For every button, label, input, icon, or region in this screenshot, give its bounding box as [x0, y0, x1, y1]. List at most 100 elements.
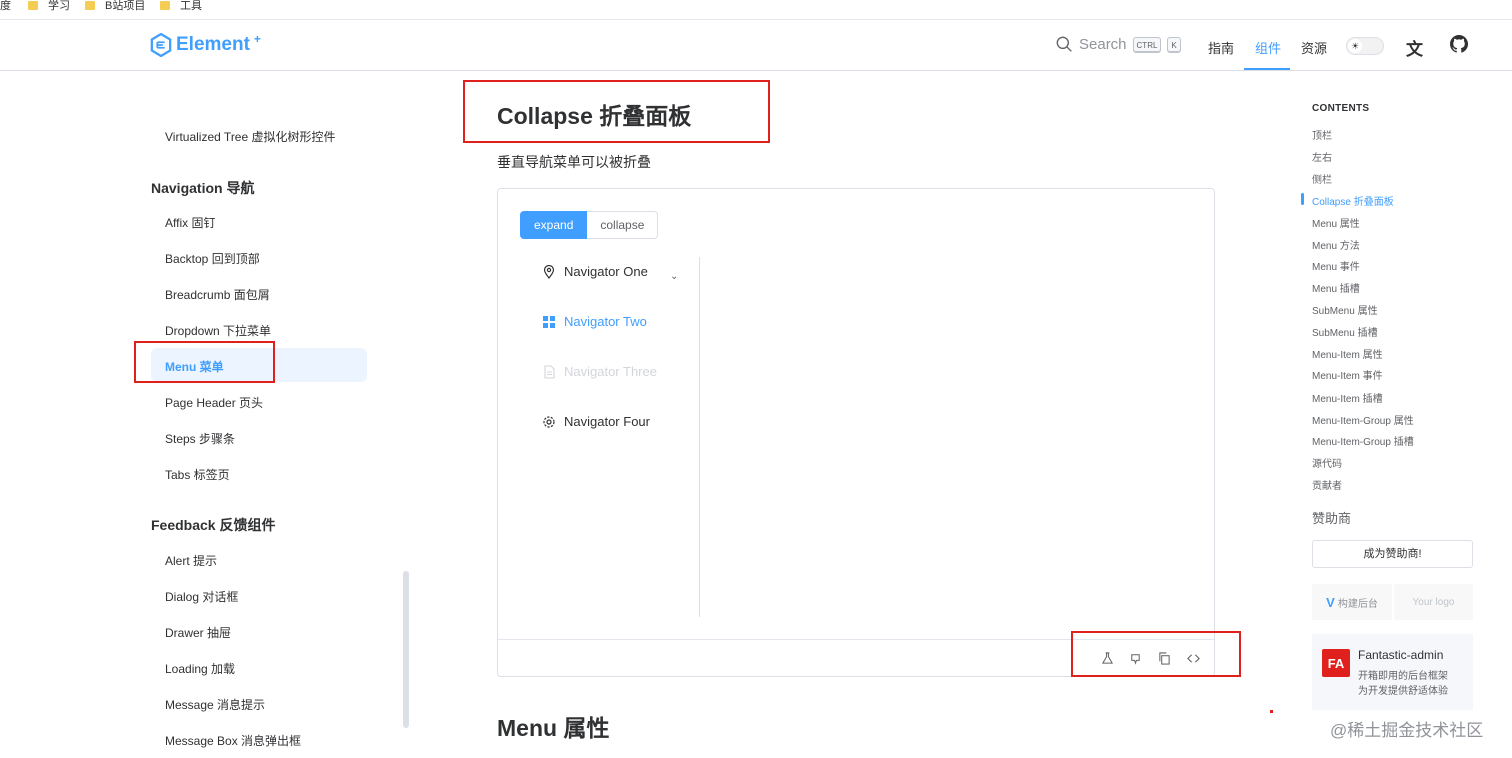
sidebar-item-loading[interactable]: Loading 加载 [165, 660, 235, 677]
toc-item[interactable]: 左右 [1312, 149, 1332, 164]
sidebar-item-virtualized-tree[interactable]: Virtualized Tree 虚拟化树形控件 [165, 128, 336, 145]
menu-item-label: Navigator Three [564, 364, 657, 379]
collapse-radio-group: expand collapse [520, 211, 659, 239]
sponsor-card-line: 开箱即用的后台框架 [1358, 671, 1448, 682]
become-sponsor-button[interactable]: 成为赞助商! [1312, 540, 1473, 568]
toc-item[interactable]: Menu 插槽 [1312, 280, 1360, 295]
toc-item[interactable]: SubMenu 属性 [1312, 302, 1378, 317]
toc-item[interactable]: 贡献者 [1312, 477, 1342, 492]
annotation-box-title [463, 80, 770, 143]
search-icon [1056, 36, 1072, 52]
active-nav-indicator [1244, 68, 1290, 70]
sidebar-item-tabs[interactable]: Tabs 标签页 [165, 466, 230, 483]
bookmarks-bar: 度 学习 B站项目 工具 [0, 0, 1512, 20]
sidebar: Virtualized Tree 虚拟化树形控件 Navigation 导航 A… [0, 71, 410, 758]
element-logo-icon [150, 33, 172, 57]
toc-item[interactable]: SubMenu 插槽 [1312, 324, 1378, 339]
folder-icon [85, 0, 95, 10]
fantastic-admin-logo: FA [1322, 649, 1350, 677]
toc-item[interactable]: 侧栏 [1312, 171, 1332, 186]
toc-active-marker [1301, 193, 1304, 205]
toc-item[interactable]: Menu 方法 [1312, 237, 1360, 252]
search-button[interactable]: Search CTRL K [1056, 36, 1181, 53]
sponsor-card-title: Fantastic-admin [1358, 648, 1444, 662]
sidebar-scrollbar[interactable] [403, 571, 409, 728]
element-logo[interactable]: Element + [150, 32, 261, 57]
sidebar-item-breadcrumb[interactable]: Breadcrumb 面包屑 [165, 286, 270, 303]
vue-logo-icon: V [1326, 594, 1335, 610]
stray-mark [1270, 710, 1273, 713]
menu-item-navigator-three: Navigator Three [542, 364, 657, 379]
menu-item-label: Navigator Four [564, 414, 650, 429]
bookmark-label: 学习 [48, 0, 70, 12]
logo-plus: + [253, 32, 261, 46]
nav-resource[interactable]: 资源 [1301, 38, 1327, 57]
location-icon [543, 264, 555, 279]
toc-item[interactable]: 源代码 [1312, 455, 1342, 470]
toc-item[interactable]: Menu 属性 [1312, 215, 1360, 230]
sidebar-item-dropdown[interactable]: Dropdown 下拉菜单 [165, 322, 271, 339]
toc-item[interactable]: Menu 事件 [1312, 258, 1360, 273]
bookmark-folder-study[interactable]: 学习 [28, 0, 70, 12]
sidebar-item-message-box[interactable]: Message Box 消息弹出框 [165, 732, 301, 749]
watermark: @稀土掘金技术社区 [1330, 721, 1484, 740]
grid-icon [543, 315, 555, 328]
toc-heading: CONTENTS [1312, 103, 1370, 114]
toc-item[interactable]: 顶栏 [1312, 127, 1332, 142]
sidebar-group-navigation: Navigation 导航 [151, 180, 255, 196]
sidebar-item-affix[interactable]: Affix 固钉 [165, 214, 215, 231]
demo-block: expand collapse Navigator One ⌄ Navigato… [497, 188, 1215, 677]
document-icon [544, 364, 555, 379]
toc-item[interactable]: Menu-Item 属性 [1312, 346, 1383, 361]
github-icon[interactable] [1450, 35, 1469, 58]
sidebar-item-page-header[interactable]: Page Header 页头 [165, 394, 263, 411]
folder-icon [160, 0, 170, 10]
bookmark-label: 工具 [180, 0, 202, 12]
section-description: 垂直导航菜单可以被折叠 [497, 154, 651, 170]
menu-item-navigator-four[interactable]: Navigator Four [542, 414, 650, 429]
sidebar-item-steps[interactable]: Steps 步骤条 [165, 430, 235, 447]
sidebar-item-dialog[interactable]: Dialog 对话框 [165, 588, 238, 605]
annotation-box-menu [134, 341, 275, 383]
collapse-radio-button[interactable]: collapse [587, 211, 659, 239]
sidebar-item-backtop[interactable]: Backtop 回到顶部 [165, 250, 260, 267]
toc-item[interactable]: Menu-Item 事件 [1312, 367, 1383, 382]
section-heading-menu-attributes: Menu 属性 [497, 715, 610, 741]
nav-component[interactable]: 组件 [1255, 38, 1281, 57]
folder-icon [28, 0, 38, 10]
sponsor-logo-vue[interactable]: V 构建后台 [1312, 584, 1392, 620]
annotation-box-toolbar [1071, 631, 1241, 677]
menu-item-navigator-one[interactable]: Navigator One [542, 264, 648, 279]
sponsor-card-fantastic-admin[interactable]: FA Fantastic-admin 开箱即用的后台框架 为开发提供舒适体验 [1312, 634, 1473, 710]
sponsor-your-logo[interactable]: Your logo [1394, 584, 1473, 620]
toc-item[interactable]: Menu-Item 插槽 [1312, 390, 1383, 405]
toc-item[interactable]: Menu-Item-Group 插槽 [1312, 433, 1414, 448]
sidebar-item-drawer[interactable]: Drawer 抽屉 [165, 624, 231, 641]
translate-icon[interactable]: 文 [1406, 35, 1423, 60]
toc-item[interactable]: Menu-Item-Group 属性 [1312, 412, 1414, 427]
nav-guide[interactable]: 指南 [1208, 38, 1234, 57]
toc-item[interactable]: Collapse 折叠面板 [1312, 193, 1394, 208]
bookmark-folder-tools[interactable]: 工具 [160, 0, 202, 12]
bookmark-folder-bili[interactable]: B站项目 [85, 0, 145, 12]
chevron-down-icon[interactable]: ⌄ [670, 271, 678, 282]
sidebar-item-message[interactable]: Message 消息提示 [165, 696, 265, 713]
sidebar-group-feedback: Feedback 反馈组件 [151, 517, 276, 533]
k-key-hint: K [1167, 36, 1181, 53]
menu-item-label: Navigator Two [564, 314, 647, 329]
vertical-menu: Navigator One ⌄ Navigator Two Navigator … [520, 257, 700, 617]
bookmark-item[interactable]: 度 [0, 0, 11, 12]
sun-icon: ☀ [1348, 39, 1362, 53]
sidebar-item-alert[interactable]: Alert 提示 [165, 552, 217, 569]
menu-item-navigator-two[interactable]: Navigator Two [542, 314, 647, 329]
setting-icon [543, 415, 555, 428]
search-label: Search [1079, 36, 1127, 53]
expand-radio-button[interactable]: expand [520, 211, 588, 239]
bookmark-label: 度 [0, 0, 11, 12]
sponsor-card-line: 为开发提供舒适体验 [1358, 686, 1448, 697]
sponsor-logo-label: 构建后台 [1337, 598, 1378, 610]
theme-toggle[interactable]: ☀ [1346, 37, 1384, 55]
ctrl-key-hint: CTRL [1132, 36, 1162, 53]
sponsor-heading: 赞助商 [1312, 511, 1352, 526]
menu-item-label: Navigator One [564, 264, 648, 279]
